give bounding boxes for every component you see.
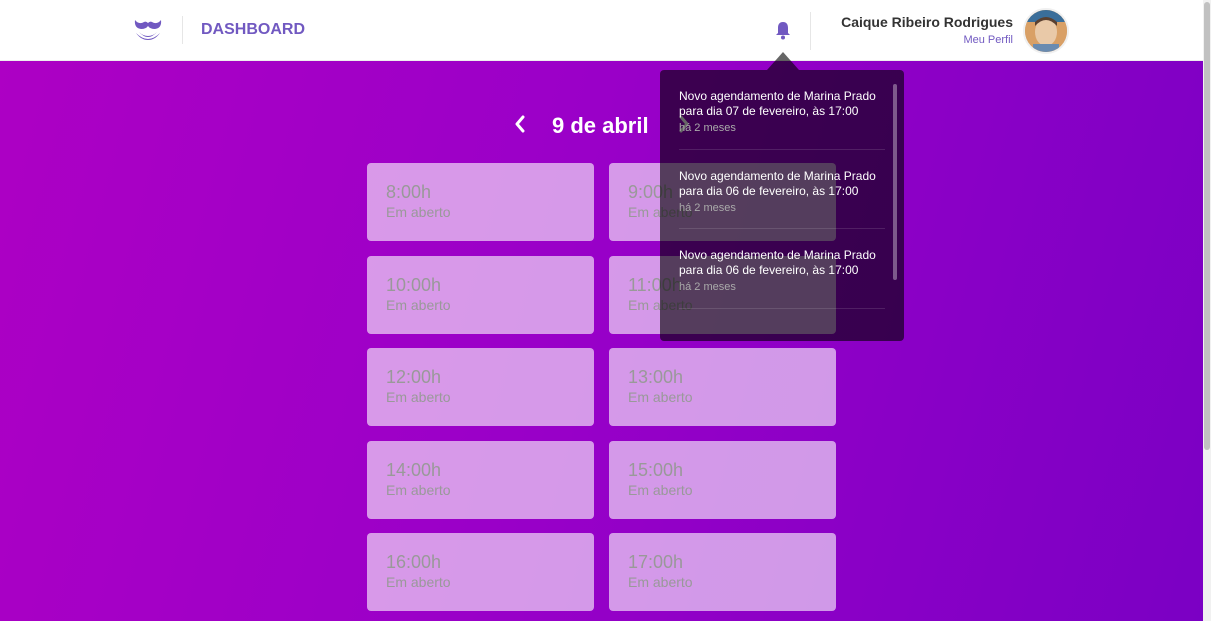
bell-icon[interactable] (774, 20, 792, 40)
notification-text: Novo agendamento de Marina Prado para di… (679, 248, 876, 277)
time-slot[interactable]: 8:00h Em aberto (367, 163, 594, 241)
my-profile-link[interactable]: Meu Perfil (963, 34, 1013, 46)
slot-time: 16:00h (386, 552, 442, 572)
slot-status: Em aberto (386, 297, 451, 313)
notifications-panel[interactable]: Novo agendamento de Marina Prado para di… (660, 70, 904, 341)
slot-status: Em aberto (628, 574, 693, 590)
notification-text: Novo agendamento de Marina Prado para di… (679, 89, 876, 118)
notification-item[interactable]: Novo agendamento de Marina Prado para di… (679, 70, 885, 150)
notification-time: há 2 meses (679, 201, 736, 214)
notification-time: há 2 meses (679, 281, 736, 293)
slot-time: 15:00h (628, 460, 684, 480)
time-slot[interactable]: 17:00h Em aberto (609, 533, 836, 611)
slot-time: 17:00h (628, 552, 684, 572)
avatar[interactable] (1023, 8, 1069, 54)
slot-status: Em aberto (386, 204, 451, 220)
profile-divider (810, 12, 811, 50)
time-slot[interactable]: 16:00h Em aberto (367, 533, 594, 611)
prev-day-button[interactable] (510, 114, 530, 136)
slot-time: 14:00h (386, 460, 442, 480)
slot-time: 10:00h (386, 275, 442, 295)
notification-popover-arrow (767, 52, 799, 70)
slot-time: 12:00h (386, 367, 442, 387)
slot-status: Em aberto (386, 482, 451, 498)
brand-divider (182, 16, 183, 44)
time-slot[interactable]: 10:00h Em aberto (367, 256, 594, 334)
avatar-image (1025, 10, 1067, 52)
slot-time: 13:00h (628, 367, 684, 387)
time-slot[interactable]: 15:00h Em aberto (609, 441, 836, 519)
logo-icon[interactable] (133, 17, 163, 41)
page-scrollbar[interactable] (1203, 0, 1211, 621)
current-date: 9 de abril (552, 113, 649, 138)
chevron-left-icon (515, 115, 525, 133)
notification-item[interactable]: Novo agendamento de Marina Prado para di… (679, 229, 885, 309)
notifications-scrollbar[interactable] (893, 84, 897, 280)
notification-item[interactable]: Novo agendamento de Marina Prado para di… (679, 150, 885, 229)
time-slot[interactable]: 14:00h Em aberto (367, 441, 594, 519)
page-scrollbar-thumb[interactable] (1204, 2, 1210, 450)
main-area: 9 de abril 8:00h Em aberto 9:00h Em aber… (0, 61, 1203, 621)
slot-status: Em aberto (386, 389, 451, 405)
time-slot[interactable]: 13:00h Em aberto (609, 348, 836, 426)
time-slot[interactable]: 12:00h Em aberto (367, 348, 594, 426)
top-header: DASHBOARD Caique Ribeiro Rodrigues Meu P… (0, 0, 1203, 61)
slot-status: Em aberto (628, 482, 693, 498)
notification-text: Novo agendamento de Marina Prado para di… (679, 168, 876, 198)
slot-status: Em aberto (386, 574, 451, 590)
slot-status: Em aberto (628, 389, 693, 405)
dashboard-link[interactable]: DASHBOARD (201, 21, 305, 39)
slot-time: 8:00h (386, 182, 432, 202)
user-name: Caique Ribeiro Rodrigues (841, 14, 1013, 30)
notification-time: há 2 meses (679, 122, 736, 134)
